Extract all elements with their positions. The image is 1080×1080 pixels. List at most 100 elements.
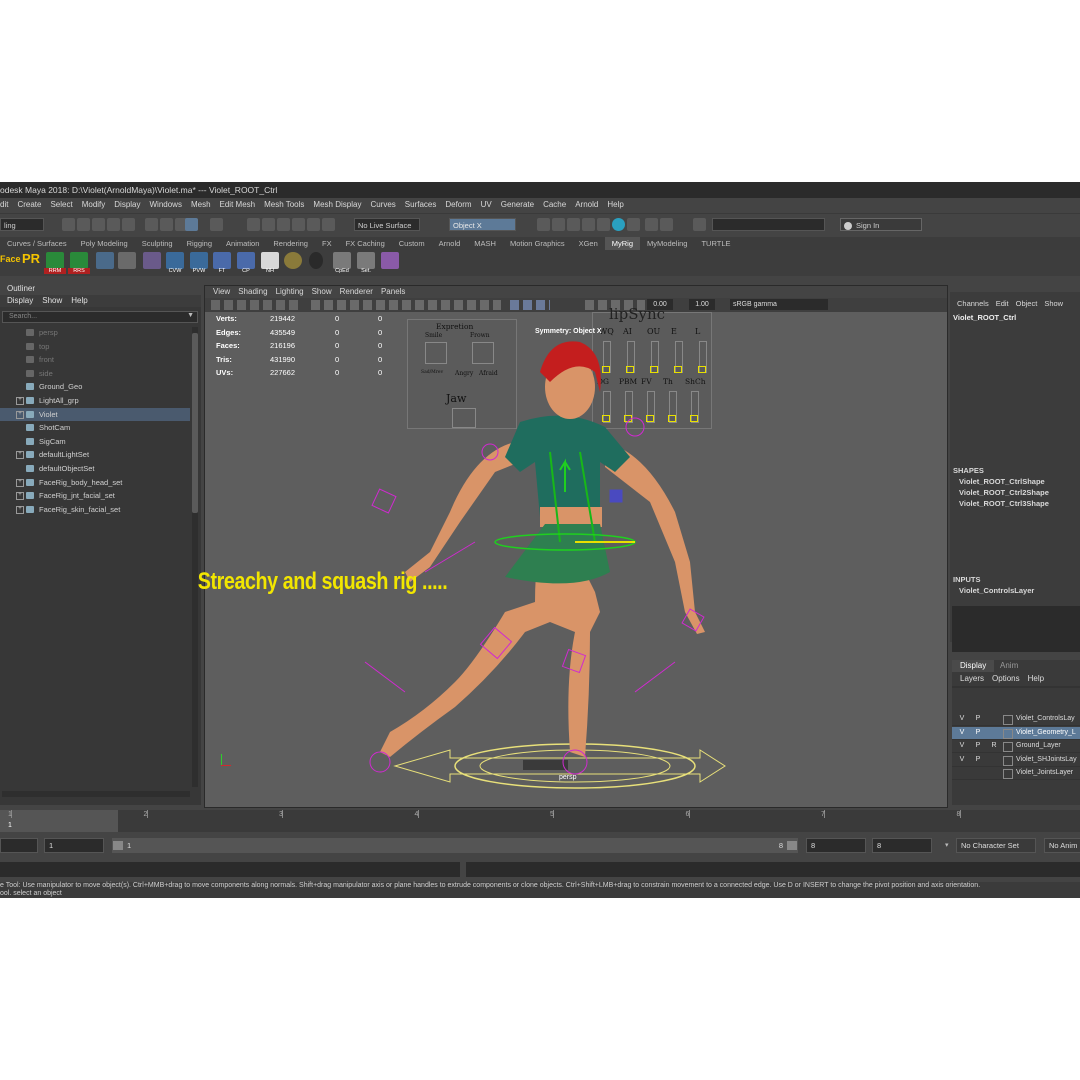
outliner-item[interactable]: + defaultLightSet bbox=[0, 448, 190, 461]
rrm-shelf-icon[interactable] bbox=[46, 252, 64, 269]
layer-color-swatch[interactable] bbox=[1003, 755, 1013, 766]
shelf-tab[interactable]: Sculpting bbox=[135, 237, 180, 250]
ipr-render-icon[interactable] bbox=[552, 218, 565, 231]
outliner-menu-item[interactable]: Display bbox=[7, 296, 33, 305]
end-frame-field[interactable]: 8 bbox=[872, 838, 932, 853]
layer-color-swatch[interactable] bbox=[1003, 769, 1013, 779]
outliner-scrollbar[interactable] bbox=[192, 327, 198, 787]
outliner-item[interactable]: + FaceRig_skin_facial_set bbox=[0, 503, 190, 516]
arnold-pause-icon[interactable] bbox=[645, 218, 658, 231]
tab-display[interactable]: Display bbox=[952, 660, 995, 672]
sign-in-button[interactable]: Sign In bbox=[840, 218, 922, 231]
layer-playback-toggle[interactable]: P bbox=[972, 754, 984, 766]
shelf-tab[interactable]: Arnold bbox=[432, 237, 468, 250]
menu-item[interactable]: Surfaces bbox=[405, 200, 437, 209]
outliner-item[interactable]: ShotCam bbox=[0, 421, 190, 434]
viewport-menu-item[interactable]: Panels bbox=[381, 287, 405, 296]
outliner-menu-item[interactable]: Help bbox=[71, 296, 87, 305]
select-hierarchy-icon[interactable] bbox=[145, 218, 158, 231]
layer-color-swatch[interactable] bbox=[1003, 728, 1013, 739]
menu-item[interactable]: dit bbox=[0, 200, 8, 209]
outliner-search[interactable]: Search... ▼ bbox=[2, 311, 198, 323]
range-handle-right[interactable] bbox=[787, 841, 797, 850]
outliner-item[interactable]: + FaceRig_jnt_facial_set bbox=[0, 489, 190, 502]
new-scene-icon[interactable] bbox=[62, 218, 75, 231]
menu-item[interactable]: Display bbox=[114, 200, 140, 209]
outliner-item[interactable]: Ground_Geo bbox=[0, 380, 190, 393]
layer-row[interactable]: V P Violet_Geometry_L bbox=[952, 726, 1080, 740]
sculpt-shelf-icon[interactable] bbox=[381, 252, 399, 269]
layer-menu-item[interactable]: Layers bbox=[960, 674, 984, 683]
shelf-tab[interactable]: FX Caching bbox=[339, 237, 392, 250]
shape-item[interactable]: Violet_ROOT_Ctrl3Shape bbox=[959, 499, 1049, 508]
cvw-shelf-icon[interactable] bbox=[166, 252, 184, 269]
menu-item[interactable]: Help bbox=[607, 200, 623, 209]
layer-playback-toggle[interactable]: P bbox=[972, 740, 984, 752]
shelf-tab[interactable]: MyRig bbox=[604, 237, 641, 250]
snap-surface-icon[interactable] bbox=[307, 218, 320, 231]
cped-shelf-icon[interactable] bbox=[333, 252, 351, 269]
sidebar-toggle-icon[interactable] bbox=[693, 218, 706, 231]
hypershade-icon[interactable] bbox=[582, 218, 595, 231]
menu-item[interactable]: Cache bbox=[543, 200, 566, 209]
chevron-down-icon[interactable]: ▾ bbox=[945, 841, 949, 849]
shape-item[interactable]: Violet_ROOT_CtrlShape bbox=[959, 477, 1045, 486]
input-item[interactable]: Violet_ControlsLayer bbox=[959, 586, 1034, 595]
stop-render-icon[interactable] bbox=[627, 218, 640, 231]
expand-icon[interactable]: + bbox=[16, 410, 24, 419]
menu-item[interactable]: Modify bbox=[82, 200, 106, 209]
color-space-dropdown[interactable]: sRGB gamma bbox=[730, 299, 828, 310]
outliner-item[interactable]: + FaceRig_body_head_set bbox=[0, 476, 190, 489]
shelf-tab[interactable]: Animation bbox=[219, 237, 266, 250]
menu-item[interactable]: Mesh bbox=[191, 200, 211, 209]
outliner-item[interactable]: defaultObjectSet bbox=[0, 462, 190, 475]
range-handle-left[interactable] bbox=[113, 841, 123, 850]
camera-tools-icons[interactable] bbox=[211, 300, 301, 310]
menu-item[interactable]: Edit Mesh bbox=[220, 200, 256, 209]
character-set-dropdown[interactable]: No Character Set bbox=[956, 838, 1036, 853]
arnold-flush-icon[interactable] bbox=[660, 218, 673, 231]
layer-visibility-toggle[interactable]: V bbox=[956, 754, 968, 766]
save-scene-icon[interactable] bbox=[92, 218, 105, 231]
channel-menu-item[interactable]: Channels bbox=[957, 299, 989, 308]
symmetry-object-field[interactable]: Object X bbox=[449, 218, 516, 231]
pvw-shelf-icon[interactable] bbox=[190, 252, 208, 269]
search-field[interactable] bbox=[712, 218, 825, 231]
nh-shelf-icon[interactable] bbox=[261, 252, 279, 269]
shelf-tab[interactable]: XGen bbox=[572, 237, 605, 250]
record-shelf-icon[interactable] bbox=[309, 252, 323, 269]
live-surface-field[interactable]: No Live Surface bbox=[354, 218, 420, 231]
chevron-down-icon[interactable]: ▼ bbox=[187, 312, 194, 319]
command-input[interactable] bbox=[0, 862, 460, 877]
layer-display-type-toggle[interactable]: R bbox=[988, 740, 1000, 752]
shelf-tab[interactable]: TURTLE bbox=[694, 237, 737, 250]
viewport-menu-item[interactable]: Shading bbox=[238, 287, 267, 296]
snap-grid-icon[interactable] bbox=[247, 218, 260, 231]
shelf-tab[interactable]: Rigging bbox=[180, 237, 219, 250]
menu-item[interactable]: Generate bbox=[501, 200, 534, 209]
select-object-icon[interactable] bbox=[160, 218, 173, 231]
menu-item[interactable]: Arnold bbox=[575, 200, 598, 209]
ft-shelf-icon[interactable] bbox=[213, 252, 231, 269]
set-shelf-icon[interactable] bbox=[357, 252, 375, 269]
snap-vertex-icon[interactable] bbox=[322, 218, 335, 231]
shelf-tab[interactable]: Curves / Surfaces bbox=[0, 237, 74, 250]
current-frame-marker[interactable] bbox=[0, 810, 118, 832]
outliner-item[interactable]: + LightAll_grp bbox=[0, 394, 190, 407]
snap-point-icon[interactable] bbox=[277, 218, 290, 231]
channel-menu-item[interactable]: Edit bbox=[996, 299, 1009, 308]
layer-menu-item[interactable]: Options bbox=[992, 674, 1020, 683]
menu-item[interactable]: Mesh Tools bbox=[264, 200, 304, 209]
layer-color-swatch[interactable] bbox=[1003, 715, 1013, 725]
redo-icon[interactable] bbox=[122, 218, 135, 231]
menu-item[interactable]: Deform bbox=[445, 200, 471, 209]
menu-item[interactable]: Windows bbox=[150, 200, 182, 209]
character-scene[interactable] bbox=[205, 312, 947, 807]
render-settings-icon[interactable] bbox=[567, 218, 580, 231]
shelf-tab[interactable]: FX bbox=[315, 237, 339, 250]
menu-item[interactable]: Select bbox=[50, 200, 72, 209]
outliner-item[interactable]: top bbox=[0, 340, 190, 353]
viewport-persp[interactable]: View Shading Lighting Show Renderer Panels 0.… bbox=[198, 285, 948, 808]
gear-shelf-icon[interactable] bbox=[284, 252, 302, 269]
viewport-menu-item[interactable]: View bbox=[213, 287, 230, 296]
